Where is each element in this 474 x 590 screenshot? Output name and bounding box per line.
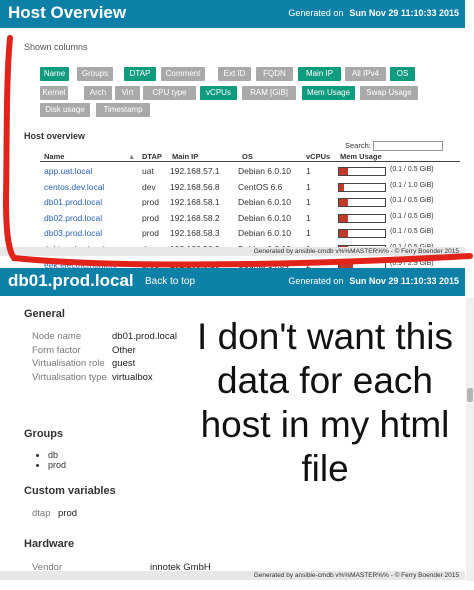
general-key: Node name	[32, 331, 82, 342]
general-value: Other	[112, 344, 136, 356]
generated-label-bottom: Generated on	[288, 276, 344, 286]
general-key: Virtualisation type	[32, 371, 107, 383]
bottom-footer-text: Generated by ansible-cmdb v%%MASTER%% - …	[253, 572, 459, 579]
back-to-top-link[interactable]: Back to top	[145, 276, 195, 287]
general-value: db01.prod.local	[112, 331, 177, 342]
general-value: guest	[112, 358, 136, 369]
scrollbar[interactable]	[466, 298, 474, 581]
bottom-footer: Generated by ansible-cmdb v%%MASTER%% - …	[0, 571, 465, 580]
generated-value-bottom: Sun Nov 29 11:10:33 2015	[349, 276, 459, 286]
groups-heading: Groups	[24, 428, 64, 440]
general-heading: General	[24, 308, 65, 320]
meme-caption: I don't want this data for each host in …	[197, 316, 453, 489]
scrollbar-thumb[interactable]	[467, 388, 473, 402]
general-key: Form factor	[32, 344, 81, 356]
custom-value: prod	[58, 508, 78, 519]
red-scribble	[2, 35, 473, 268]
group-item: db	[48, 450, 66, 460]
group-item: prod	[48, 460, 66, 470]
host-title: db01.prod.local	[8, 271, 134, 290]
custom-variable-row: dtap prod	[32, 508, 182, 520]
generated-on-bottom: Generated on Sun Nov 29 11:10:33 2015	[288, 276, 459, 286]
hardware-heading: Hardware	[24, 538, 75, 550]
general-key: Virtualisation role	[32, 358, 105, 369]
host-detail-header: db01.prod.local Back to top Generated on…	[0, 268, 465, 296]
custom-variables-heading: Custom variables	[24, 485, 116, 497]
groups-list: db prod	[36, 450, 66, 470]
general-value: virtualbox	[112, 371, 153, 383]
custom-key: dtap	[32, 508, 51, 519]
